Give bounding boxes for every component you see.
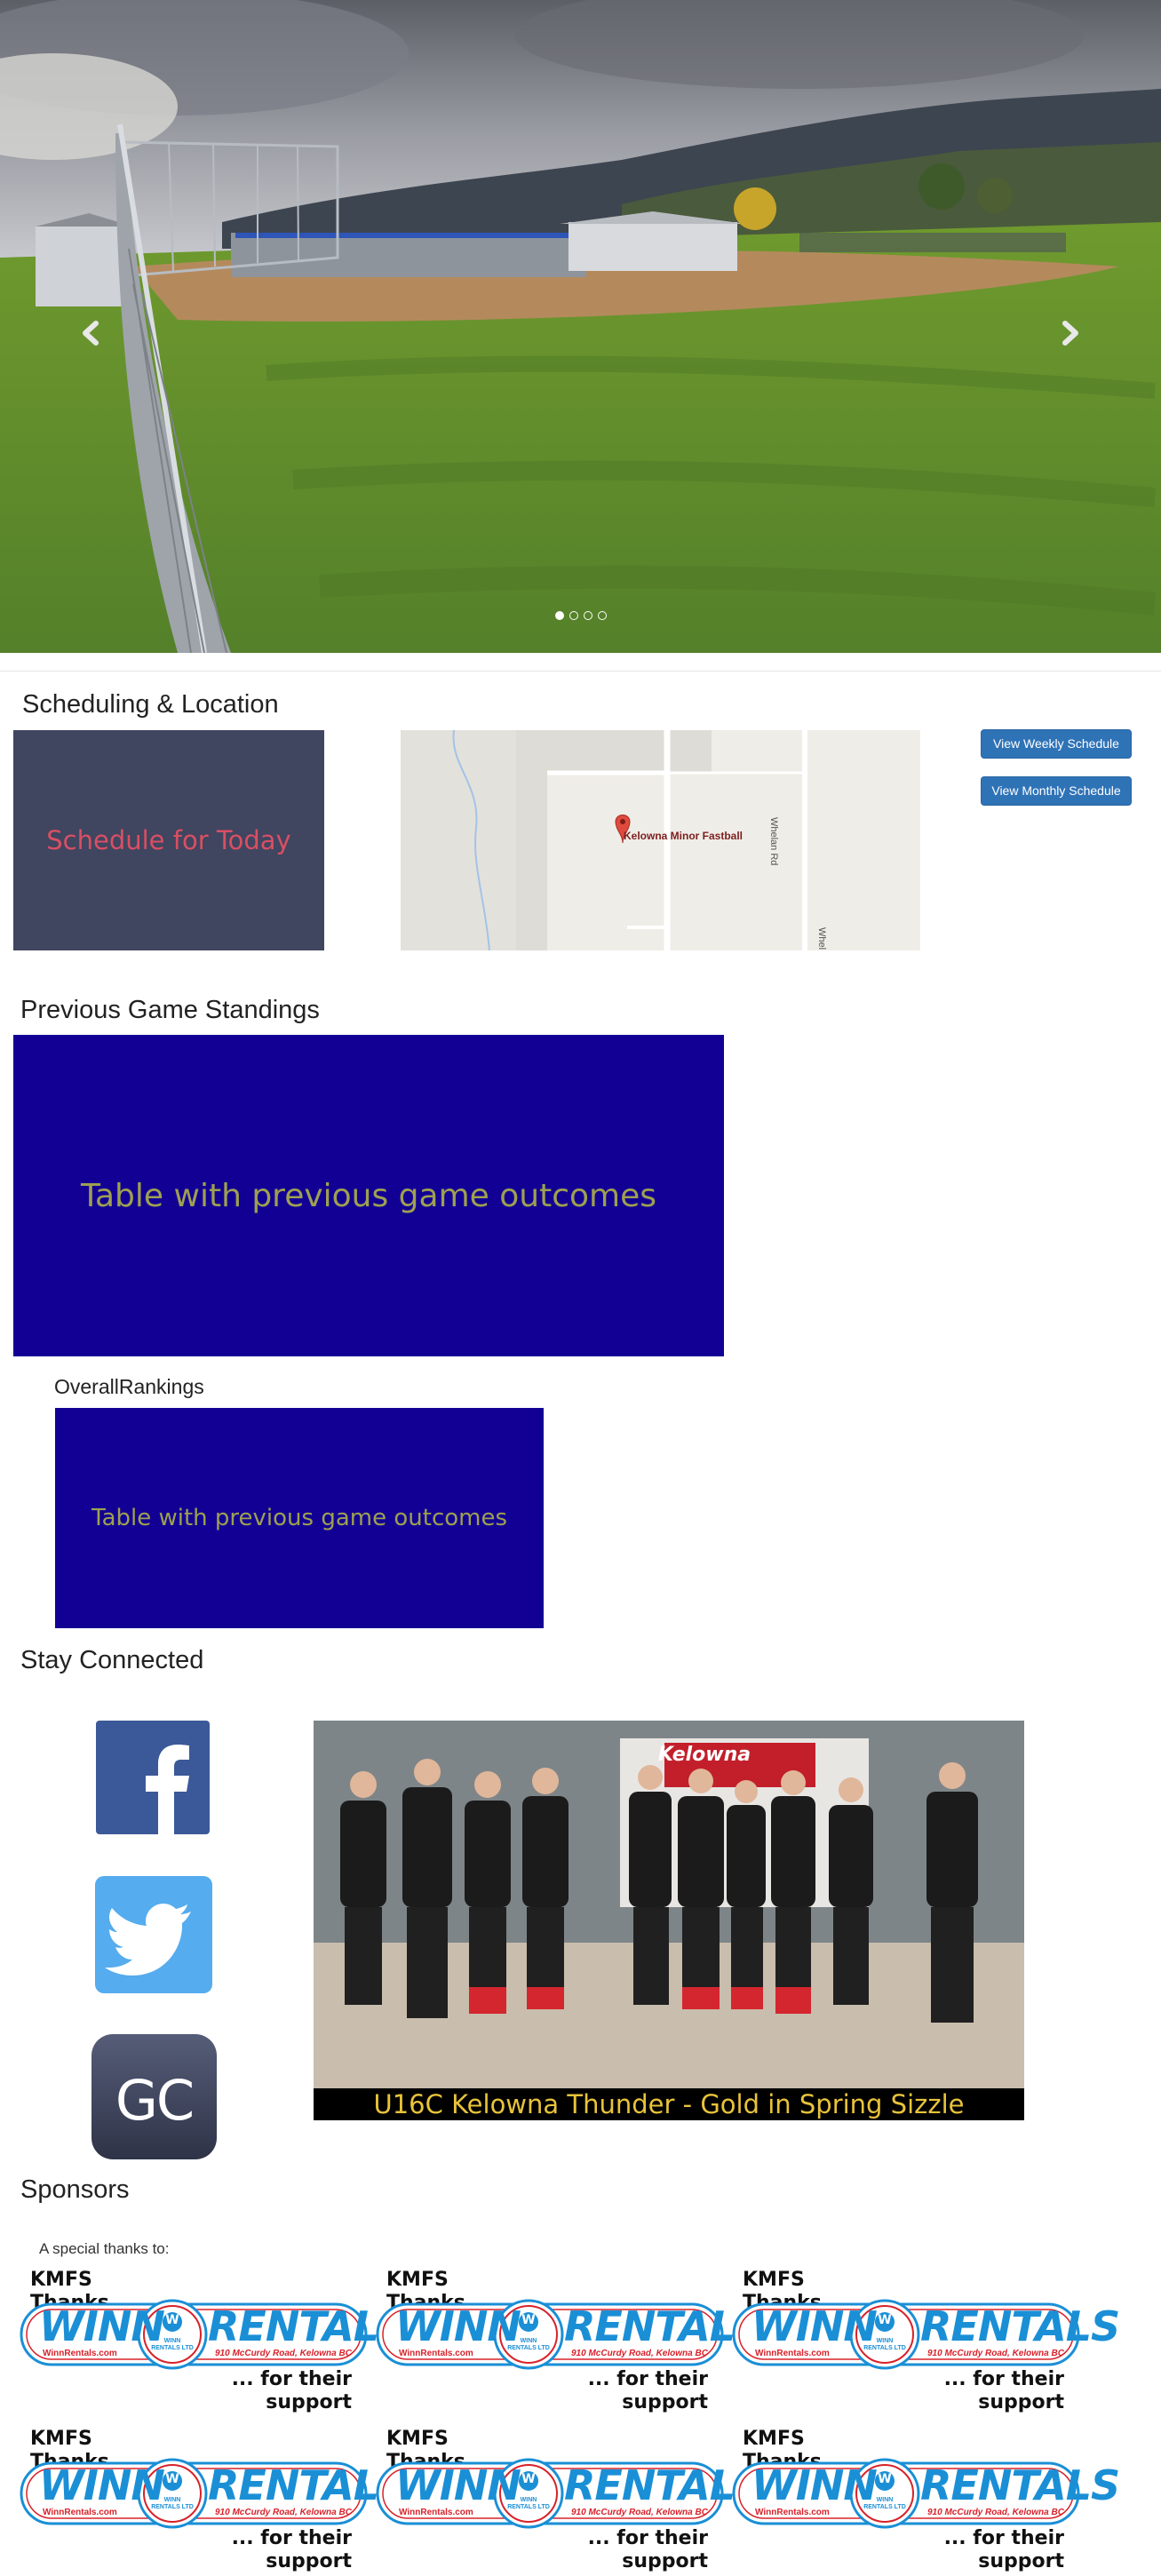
previous-games-table: Table with previous game outcomes — [13, 1035, 724, 1356]
carousel-indicators — [0, 611, 1161, 620]
winn-wordmark: WINN — [751, 2461, 878, 2509]
winn-badge-text: WINN RENTALS LTD — [151, 2338, 194, 2351]
winn-badge-text: WINN RENTALS LTD — [863, 2497, 906, 2510]
winn-wordmark: WINN — [395, 2461, 521, 2509]
winn-badge-text: WINN RENTALS LTD — [863, 2338, 906, 2351]
map-road-label: Whelan Rd — [768, 817, 779, 866]
gamechanger-link[interactable]: GC — [91, 2034, 217, 2159]
winn-rentals-logo: WINN RENTALS W WINN RENTALS LTD WinnRentals.… — [20, 2456, 408, 2531]
rentals-wordmark: RENTALS — [920, 2302, 1120, 2350]
carousel-indicator[interactable] — [583, 611, 592, 620]
facebook-icon — [96, 1721, 210, 1834]
sponsor-address: 910 McCurdy Road, Kelowna BC — [215, 2508, 352, 2517]
winn-wordmark: WINN — [751, 2302, 878, 2350]
standings-heading: Previous Game Standings — [20, 996, 320, 1024]
winn-wordmark: WINN — [39, 2461, 165, 2509]
sponsor-address: 910 McCurdy Road, Kelowna BC — [571, 2508, 708, 2517]
team-photo-banner-text: Kelowna — [657, 1744, 751, 1766]
twitter-icon — [95, 1876, 212, 1993]
sponsor-address: 910 McCurdy Road, Kelowna BC — [215, 2349, 352, 2358]
sponsor-card-winn-rentals[interactable]: KMFS Thanks ...WINNRENTALSWWINN RENTALS … — [20, 2428, 408, 2574]
sponsor-support-text: ... for their support — [943, 2368, 1064, 2413]
winn-wordmark: WINN — [39, 2302, 165, 2350]
sponsors-heading: Sponsors — [20, 2175, 130, 2204]
facebook-link[interactable] — [96, 1721, 210, 1834]
scheduling-heading: Scheduling & Location — [22, 690, 279, 719]
sponsor-address: 910 McCurdy Road, Kelowna BC — [571, 2349, 708, 2358]
winn-rentals-logo: WINN RENTALS W WINN RENTALS LTD WinnRentals.… — [20, 2297, 408, 2372]
twitter-link[interactable] — [95, 1876, 212, 1993]
chevron-left-icon — [83, 321, 99, 346]
view-monthly-schedule-button[interactable]: View Monthly Schedule — [981, 776, 1132, 806]
winn-rentals-logo: WINN RENTALS W WINN RENTALS LTD WinnRentals.… — [732, 2456, 1120, 2531]
sponsor-support-text: ... for their support — [587, 2527, 708, 2572]
sponsor-support-text: ... for their support — [943, 2527, 1064, 2572]
overall-rankings-heading: OverallRankings — [54, 1375, 204, 1398]
sponsor-url: WinnRentals.com — [43, 2349, 117, 2358]
winn-badge-letter: W — [878, 2313, 892, 2327]
sponsors-intro: A special thanks to: — [39, 2240, 170, 2257]
winn-badge-letter: W — [521, 2472, 536, 2486]
carousel-next-button[interactable] — [1046, 302, 1099, 364]
team-photo: Kelowna U16C Kelowna Thunder - Gold in S… — [314, 1721, 1024, 2120]
sponsor-support-text: ... for their support — [231, 2368, 352, 2413]
sponsor-url: WinnRentals.com — [755, 2349, 830, 2358]
sponsor-address: 910 McCurdy Road, Kelowna BC — [927, 2508, 1064, 2517]
winn-rentals-logo: WINN RENTALS W WINN RENTALS LTD WinnRentals.… — [732, 2297, 1120, 2372]
location-map[interactable]: Kelowna Minor Fastball Whelan Rd Whel — [401, 730, 920, 950]
rentals-wordmark: RENTALS — [920, 2461, 1120, 2509]
sponsor-address: 910 McCurdy Road, Kelowna BC — [927, 2349, 1064, 2358]
sponsor-url: WinnRentals.com — [399, 2508, 473, 2517]
sponsor-support-text: ... for their support — [587, 2368, 708, 2413]
winn-badge-text: WINN RENTALS LTD — [507, 2497, 550, 2510]
sponsor-card-winn-rentals[interactable]: KMFS Thanks ...WINNRENTALSWWINN RENTALS … — [732, 2269, 1120, 2415]
map-road-label: Whel — [816, 927, 827, 950]
winn-rentals-logo: WINN RENTALS W WINN RENTALS LTD WinnRentals.… — [376, 2297, 764, 2372]
sponsor-card-winn-rentals[interactable]: KMFS Thanks ...WINNRENTALSWWINN RENTALS … — [20, 2269, 408, 2415]
gamechanger-icon-text: GC — [115, 2068, 195, 2133]
winn-badge-text: WINN RENTALS LTD — [151, 2497, 194, 2510]
sponsor-url: WinnRentals.com — [43, 2508, 117, 2517]
team-photo-image — [314, 1721, 1024, 2088]
sponsor-url: WinnRentals.com — [399, 2349, 473, 2358]
winn-wordmark: WINN — [395, 2302, 521, 2350]
hero-carousel[interactable] — [0, 0, 1161, 653]
carousel-slide-ballfield — [0, 0, 1161, 653]
sponsor-card-winn-rentals[interactable]: KMFS Thanks ...WINNRENTALSWWINN RENTALS … — [376, 2269, 764, 2415]
view-weekly-schedule-button[interactable]: View Weekly Schedule — [981, 729, 1132, 759]
sponsor-support-text: ... for their support — [231, 2527, 352, 2572]
sponsor-card-winn-rentals[interactable]: KMFS Thanks ...WINNRENTALSWWINN RENTALS … — [732, 2428, 1120, 2574]
chevron-right-icon — [1062, 321, 1078, 346]
stay-connected-heading: Stay Connected — [20, 1646, 204, 1674]
divider — [0, 671, 1161, 672]
winn-badge-letter: W — [521, 2313, 536, 2327]
winn-badge-text: WINN RENTALS LTD — [507, 2338, 550, 2351]
winn-badge-letter: W — [165, 2313, 179, 2327]
schedule-today-panel: Schedule for Today — [13, 730, 324, 950]
carousel-indicator[interactable] — [569, 611, 578, 620]
overall-rankings-table: Table with previous game outcomes — [55, 1408, 544, 1628]
map-marker-label: Kelowna Minor Fastball — [624, 830, 744, 842]
carousel-prev-button[interactable] — [62, 302, 115, 364]
carousel-indicator[interactable] — [597, 611, 607, 620]
carousel-indicator[interactable] — [554, 611, 564, 620]
sponsor-url: WinnRentals.com — [755, 2508, 830, 2517]
winn-badge-letter: W — [878, 2472, 892, 2486]
winn-badge-letter: W — [165, 2472, 179, 2486]
sponsor-card-winn-rentals[interactable]: KMFS Thanks ...WINNRENTALSWWINN RENTALS … — [376, 2428, 764, 2574]
winn-rentals-logo: WINN RENTALS W WINN RENTALS LTD WinnRentals.… — [376, 2456, 764, 2531]
team-photo-caption: U16C Kelowna Thunder - Gold in Spring Si… — [314, 2088, 1024, 2120]
